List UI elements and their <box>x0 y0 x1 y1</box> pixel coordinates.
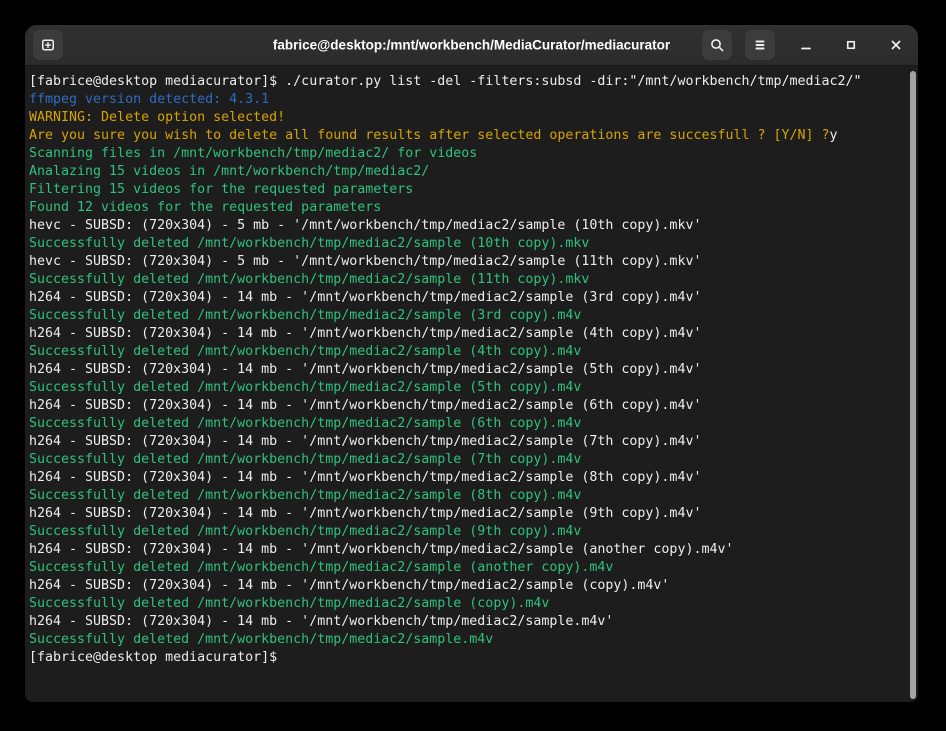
terminal-line: h264 - SUBSD: (720x304) - 14 mb - '/mnt/… <box>29 505 904 523</box>
tab-new-icon <box>40 37 56 53</box>
terminal-line: h264 - SUBSD: (720x304) - 14 mb - '/mnt/… <box>29 613 904 631</box>
terminal-line: ffmpeg version detected: 4.3.1 <box>29 91 904 109</box>
terminal-line: Successfully deleted /mnt/workbench/tmp/… <box>29 595 904 613</box>
minimize-button[interactable] <box>792 31 820 59</box>
titlebar[interactable]: fabrice@desktop:/mnt/workbench/MediaCura… <box>25 25 918 66</box>
menu-button[interactable] <box>745 30 775 60</box>
terminal-line: Successfully deleted /mnt/workbench/tmp/… <box>29 307 904 325</box>
terminal-line: h264 - SUBSD: (720x304) - 14 mb - '/mnt/… <box>29 361 904 379</box>
hamburger-menu-icon <box>752 37 768 53</box>
terminal-window: fabrice@desktop:/mnt/workbench/MediaCura… <box>25 25 918 702</box>
close-icon <box>888 37 904 53</box>
terminal-line: hevc - SUBSD: (720x304) - 5 mb - '/mnt/w… <box>29 217 904 235</box>
terminal-line: Successfully deleted /mnt/workbench/tmp/… <box>29 559 904 577</box>
terminal-line: Scanning files in /mnt/workbench/tmp/med… <box>29 145 904 163</box>
terminal-line: [fabrice@desktop mediacurator]$ <box>29 649 904 667</box>
terminal-line: h264 - SUBSD: (720x304) - 14 mb - '/mnt/… <box>29 289 904 307</box>
terminal-line: Are you sure you wish to delete all foun… <box>29 127 904 145</box>
search-button[interactable] <box>702 30 732 60</box>
terminal-line: [fabrice@desktop mediacurator]$ ./curato… <box>29 73 904 91</box>
terminal-line: Successfully deleted /mnt/workbench/tmp/… <box>29 451 904 469</box>
terminal-line: Analazing 15 videos in /mnt/workbench/tm… <box>29 163 904 181</box>
terminal-line: Successfully deleted /mnt/workbench/tmp/… <box>29 523 904 541</box>
search-icon <box>709 37 725 53</box>
terminal-line: Successfully deleted /mnt/workbench/tmp/… <box>29 235 904 253</box>
terminal-line: Successfully deleted /mnt/workbench/tmp/… <box>29 343 904 361</box>
terminal-line: h264 - SUBSD: (720x304) - 14 mb - '/mnt/… <box>29 577 904 595</box>
terminal-line: Successfully deleted /mnt/workbench/tmp/… <box>29 631 904 649</box>
terminal-line: h264 - SUBSD: (720x304) - 14 mb - '/mnt/… <box>29 541 904 559</box>
terminal-line: h264 - SUBSD: (720x304) - 14 mb - '/mnt/… <box>29 433 904 451</box>
terminal-line: hevc - SUBSD: (720x304) - 5 mb - '/mnt/w… <box>29 253 904 271</box>
terminal-line: h264 - SUBSD: (720x304) - 14 mb - '/mnt/… <box>29 469 904 487</box>
terminal-line: h264 - SUBSD: (720x304) - 14 mb - '/mnt/… <box>29 325 904 343</box>
scrollbar-thumb[interactable] <box>910 71 916 699</box>
maximize-icon <box>843 37 859 53</box>
close-button[interactable] <box>882 31 910 59</box>
terminal-line: Successfully deleted /mnt/workbench/tmp/… <box>29 379 904 397</box>
terminal-line: WARNING: Delete option selected! <box>29 109 904 127</box>
terminal-output[interactable]: [fabrice@desktop mediacurator]$ ./curato… <box>25 66 918 702</box>
maximize-button[interactable] <box>837 31 865 59</box>
minimize-icon <box>798 37 814 53</box>
titlebar-controls <box>702 30 910 60</box>
window-title: fabrice@desktop:/mnt/workbench/MediaCura… <box>273 38 670 53</box>
terminal-line: Filtering 15 videos for the requested pa… <box>29 181 904 199</box>
new-tab-button[interactable] <box>33 30 63 60</box>
terminal-line: Successfully deleted /mnt/workbench/tmp/… <box>29 487 904 505</box>
terminal-line: Successfully deleted /mnt/workbench/tmp/… <box>29 415 904 433</box>
terminal-line: Found 12 videos for the requested parame… <box>29 199 904 217</box>
terminal-line: h264 - SUBSD: (720x304) - 14 mb - '/mnt/… <box>29 397 904 415</box>
terminal-line: Successfully deleted /mnt/workbench/tmp/… <box>29 271 904 289</box>
